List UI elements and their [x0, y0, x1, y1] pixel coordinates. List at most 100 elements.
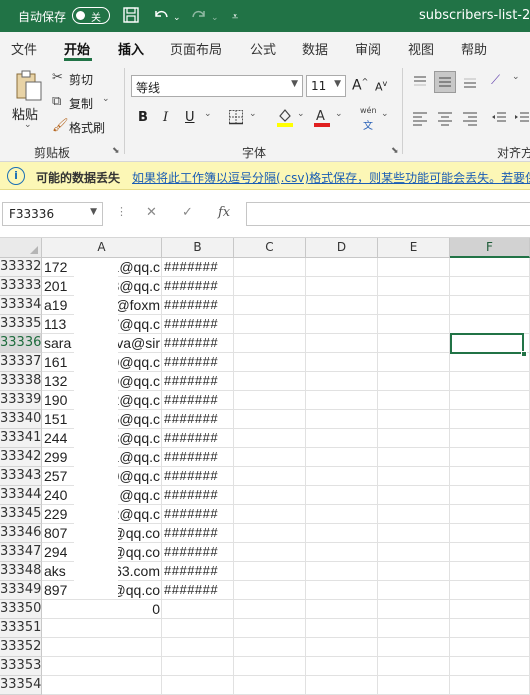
cell-b[interactable]: [162, 657, 234, 676]
cell-d[interactable]: [306, 581, 378, 600]
italic-button[interactable]: I: [163, 110, 168, 125]
formula-input[interactable]: [246, 202, 530, 226]
cell-e[interactable]: [378, 676, 450, 695]
cell-e[interactable]: [378, 467, 450, 486]
cell-b[interactable]: #######: [162, 353, 234, 372]
cell-e[interactable]: [378, 315, 450, 334]
redo-dropdown-icon[interactable]: ⌄: [211, 9, 219, 27]
cell-e[interactable]: [378, 429, 450, 448]
cell-d[interactable]: [306, 315, 378, 334]
cell-f[interactable]: [450, 524, 530, 543]
cell-b[interactable]: #######: [162, 448, 234, 467]
row-header[interactable]: 33354: [0, 676, 42, 695]
borders-icon[interactable]: [228, 109, 244, 130]
cell-c[interactable]: [234, 505, 306, 524]
cell-b[interactable]: #######: [162, 524, 234, 543]
orientation-icon[interactable]: ⟋: [491, 73, 500, 89]
row-header[interactable]: 33340: [0, 410, 42, 429]
cell-e[interactable]: [378, 581, 450, 600]
format-painter-icon[interactable]: 🖌: [52, 118, 69, 134]
cell-f[interactable]: [450, 657, 530, 676]
cell-f[interactable]: [450, 410, 530, 429]
cell-d[interactable]: [306, 638, 378, 657]
cell-e[interactable]: [378, 258, 450, 277]
font-size-combo[interactable]: 11 ▼: [306, 75, 346, 97]
cell-b[interactable]: #######: [162, 315, 234, 334]
cell-b[interactable]: #######: [162, 543, 234, 562]
align-center-icon[interactable]: [437, 110, 453, 131]
cell-c[interactable]: [234, 619, 306, 638]
paste-icon[interactable]: [14, 70, 44, 107]
cell-f[interactable]: [450, 619, 530, 638]
enter-icon[interactable]: ✓: [182, 205, 193, 220]
row-header[interactable]: 33334: [0, 296, 42, 315]
row-header[interactable]: 33351: [0, 619, 42, 638]
row-header[interactable]: 33347: [0, 543, 42, 562]
cell-f[interactable]: [450, 600, 530, 619]
cell-d[interactable]: [306, 448, 378, 467]
cell-b[interactable]: #######: [162, 296, 234, 315]
row-header[interactable]: 33348: [0, 562, 42, 581]
cell-d[interactable]: [306, 600, 378, 619]
copy-dropdown-icon[interactable]: ⌄: [102, 94, 110, 104]
cell-d[interactable]: [306, 429, 378, 448]
row-header[interactable]: 33336: [0, 334, 42, 353]
save-icon[interactable]: [122, 6, 140, 28]
cell-e[interactable]: [378, 524, 450, 543]
column-header-f[interactable]: F: [450, 238, 530, 258]
cell-b[interactable]: #######: [162, 372, 234, 391]
cell-a[interactable]: [42, 657, 162, 676]
cell-c[interactable]: [234, 334, 306, 353]
cell-b[interactable]: #######: [162, 429, 234, 448]
decrease-indent-icon[interactable]: [491, 110, 507, 131]
cell-d[interactable]: [306, 391, 378, 410]
cell-f[interactable]: [450, 296, 530, 315]
align-left-icon[interactable]: [412, 110, 428, 131]
row-header[interactable]: 33332: [0, 258, 42, 277]
clipboard-launcher-icon[interactable]: ⬊: [112, 146, 120, 156]
cell-f[interactable]: [450, 638, 530, 657]
row-header[interactable]: 33352: [0, 638, 42, 657]
row-header[interactable]: 33342: [0, 448, 42, 467]
autosave-toggle[interactable]: 关: [72, 7, 110, 24]
increase-indent-icon[interactable]: [514, 110, 530, 131]
insert-function-icon[interactable]: fx: [218, 205, 230, 220]
cell-e[interactable]: [378, 296, 450, 315]
row-header[interactable]: 33333: [0, 277, 42, 296]
cell-d[interactable]: [306, 410, 378, 429]
customize-toolbar-icon[interactable]: ⩡: [232, 8, 238, 26]
cell-d[interactable]: [306, 467, 378, 486]
tab-formulas[interactable]: 公式: [250, 39, 276, 58]
font-color-icon[interactable]: A: [313, 107, 331, 132]
cell-e[interactable]: [378, 391, 450, 410]
fill-color-dropdown-icon[interactable]: ⌄: [297, 109, 305, 119]
cell-f[interactable]: [450, 467, 530, 486]
align-top-icon[interactable]: [412, 74, 428, 95]
cell-c[interactable]: [234, 467, 306, 486]
cell-c[interactable]: [234, 410, 306, 429]
cell-b[interactable]: [162, 676, 234, 695]
row-header[interactable]: 33335: [0, 315, 42, 334]
cell-f[interactable]: [450, 315, 530, 334]
cell-e[interactable]: [378, 543, 450, 562]
cut-button[interactable]: 剪切: [69, 71, 93, 88]
tab-file[interactable]: 文件: [11, 39, 37, 58]
fill-color-icon[interactable]: [276, 107, 294, 132]
row-header[interactable]: 33346: [0, 524, 42, 543]
cell-f[interactable]: [450, 543, 530, 562]
tab-page-layout[interactable]: 页面布局: [170, 39, 222, 58]
phonetic-button[interactable]: wén: [360, 106, 377, 115]
cell-f[interactable]: [450, 258, 530, 277]
cell-e[interactable]: [378, 600, 450, 619]
cut-icon[interactable]: ✂: [52, 70, 63, 86]
cell-c[interactable]: [234, 296, 306, 315]
cell-c[interactable]: [234, 372, 306, 391]
cell-c[interactable]: [234, 657, 306, 676]
cell-c[interactable]: [234, 353, 306, 372]
cell-e[interactable]: [378, 334, 450, 353]
row-header[interactable]: 33341: [0, 429, 42, 448]
cell-f[interactable]: [450, 372, 530, 391]
cell-e[interactable]: [378, 505, 450, 524]
align-right-icon[interactable]: [462, 110, 478, 131]
cell-c[interactable]: [234, 448, 306, 467]
